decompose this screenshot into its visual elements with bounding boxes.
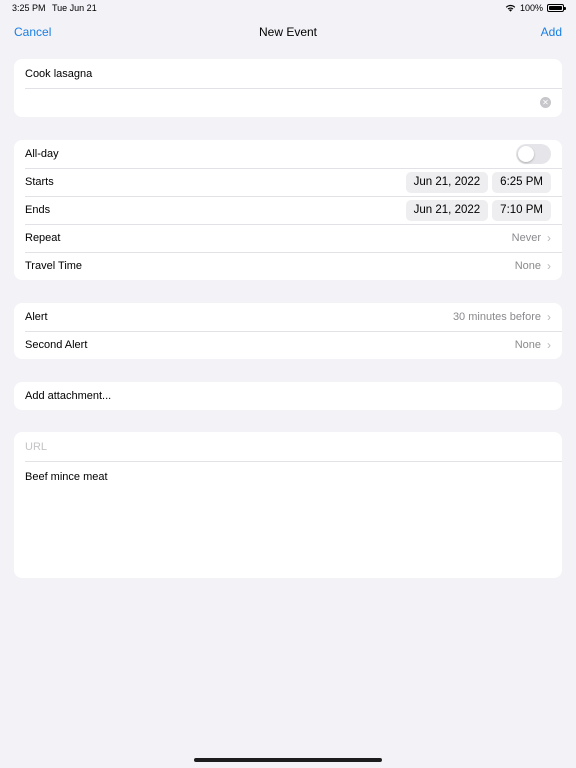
second-alert-label: Second Alert — [25, 339, 88, 351]
repeat-value: Never — [511, 232, 541, 244]
wifi-icon — [505, 4, 516, 12]
status-time: 3:25 PM — [12, 3, 46, 13]
alerts-group: Alert 30 minutes before › Second Alert N… — [14, 303, 562, 359]
travel-time-value: None — [514, 260, 541, 272]
repeat-value-wrap: Never › — [512, 232, 551, 244]
chevron-right-icon: › — [547, 231, 551, 245]
time-group: All-day Starts Jun 21, 2022 6:25 PM Ends… — [14, 140, 562, 280]
alert-label: Alert — [25, 311, 48, 323]
home-indicator[interactable] — [194, 758, 382, 762]
battery-percent: 100% — [519, 3, 543, 13]
clear-icon[interactable]: ✕ — [540, 97, 551, 108]
ends-time-button[interactable]: 7:10 PM — [492, 199, 551, 221]
second-alert-value: None — [514, 339, 541, 351]
all-day-toggle[interactable] — [516, 144, 551, 164]
url-input[interactable] — [25, 440, 551, 453]
travel-value-wrap: None › — [515, 260, 551, 272]
travel-time-label: Travel Time — [25, 260, 83, 272]
location-input[interactable] — [25, 96, 540, 109]
starts-label: Starts — [25, 176, 54, 188]
alert-value: 30 minutes before — [452, 311, 541, 323]
ends-label: Ends — [25, 204, 51, 216]
status-date: Tue Jun 21 — [52, 3, 97, 13]
starts-date-button[interactable]: Jun 21, 2022 — [405, 171, 489, 193]
all-day-row: All-day — [14, 140, 562, 168]
battery-icon — [547, 4, 566, 12]
url-row — [14, 432, 562, 461]
second-alert-value-wrap: None › — [515, 339, 551, 351]
add-button[interactable]: Add — [541, 25, 562, 39]
title-location-group: ✕ — [14, 59, 562, 117]
status-right: 100% — [505, 3, 566, 13]
notes-field[interactable]: Beef mince meat — [14, 461, 562, 578]
add-attachment-label: Add attachment... — [25, 390, 112, 402]
alert-row[interactable]: Alert 30 minutes before › — [14, 303, 562, 331]
page-title: New Event — [258, 25, 318, 39]
notes-text: Beef mince meat — [25, 471, 108, 483]
chevron-right-icon: › — [547, 338, 551, 352]
navigation-bar: Cancel New Event Add — [0, 20, 576, 44]
all-day-label: All-day — [25, 148, 59, 160]
add-attachment-row[interactable]: Add attachment... — [14, 382, 562, 410]
ends-row: Ends Jun 21, 2022 7:10 PM — [14, 196, 562, 224]
chevron-right-icon: › — [547, 259, 551, 273]
repeat-row[interactable]: Repeat Never › — [14, 224, 562, 252]
alert-value-wrap: 30 minutes before › — [453, 311, 551, 323]
chevron-right-icon: › — [547, 310, 551, 324]
title-row — [14, 59, 562, 88]
title-input[interactable] — [25, 67, 551, 80]
ends-date-button[interactable]: Jun 21, 2022 — [405, 199, 489, 221]
url-notes-group: Beef mince meat — [14, 432, 562, 578]
starts-row: Starts Jun 21, 2022 6:25 PM — [14, 168, 562, 196]
repeat-label: Repeat — [25, 232, 61, 244]
location-row: ✕ — [14, 88, 562, 117]
starts-time-button[interactable]: 6:25 PM — [492, 171, 551, 193]
toggle-knob — [518, 146, 534, 162]
travel-time-row[interactable]: Travel Time None › — [14, 252, 562, 280]
second-alert-row[interactable]: Second Alert None › — [14, 331, 562, 359]
attachment-group: Add attachment... — [14, 382, 562, 410]
status-bar: 3:25 PM Tue Jun 21 100% — [0, 0, 576, 16]
battery-fill — [549, 6, 562, 10]
